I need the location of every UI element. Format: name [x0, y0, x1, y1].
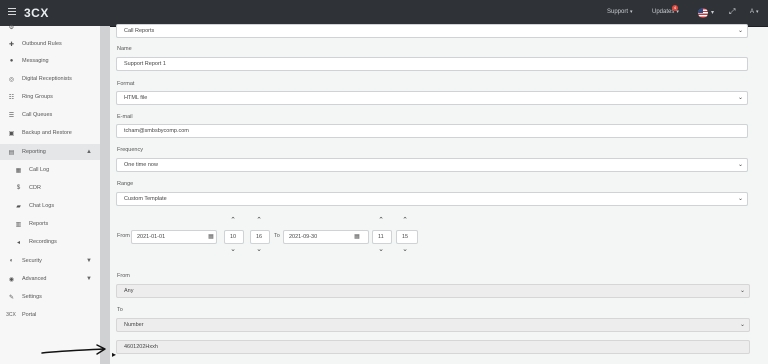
mouse-cursor-icon: ▸: [112, 350, 117, 359]
annotation-arrow-icon: [41, 344, 106, 355]
